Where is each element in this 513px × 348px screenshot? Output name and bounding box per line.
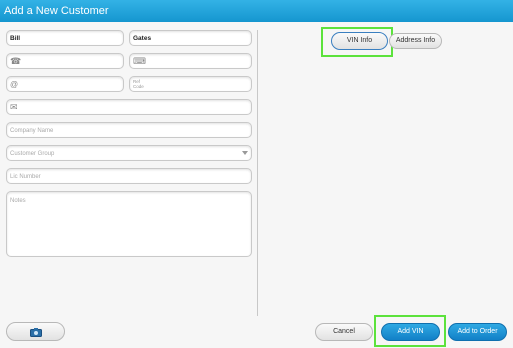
last-name-value: Gates — [133, 35, 152, 42]
title-bar: Add a New Customer — [0, 0, 513, 22]
lic-number-placeholder: Lic Number — [10, 174, 41, 180]
first-name-field[interactable]: Bill — [6, 30, 124, 46]
ref-code-field[interactable]: Ref Code — [129, 76, 252, 92]
add-vin-button-label: Add VIN — [397, 328, 424, 335]
tab-vin-info[interactable]: VIN Info — [331, 32, 388, 50]
notes-textarea[interactable]: Notes — [6, 191, 252, 257]
customer-group-placeholder: Customer Group — [10, 151, 55, 157]
fax-field[interactable]: ⌨ — [129, 53, 252, 69]
address-icon: ✉ — [10, 102, 18, 112]
window-title: Add a New Customer — [4, 5, 109, 17]
customer-group-select[interactable]: Customer Group — [6, 145, 252, 161]
email-icon: @ — [10, 80, 19, 89]
phone-field[interactable]: ☎ — [6, 53, 124, 69]
lic-number-field[interactable]: Lic Number — [6, 168, 252, 184]
add-to-order-button-label: Add to Order — [457, 328, 498, 335]
tab-address-info[interactable]: Address Info — [389, 33, 442, 49]
address-field[interactable]: ✉ — [6, 99, 252, 115]
chevron-down-icon — [242, 151, 248, 155]
add-vin-button[interactable]: Add VIN — [381, 323, 440, 341]
add-to-order-button[interactable]: Add to Order — [448, 323, 507, 341]
email-field[interactable]: @ — [6, 76, 124, 92]
first-name-value: Bill — [10, 35, 21, 42]
cancel-button-label: Cancel — [333, 328, 355, 335]
tab-vin-info-label: VIN Info — [346, 37, 373, 44]
company-name-field[interactable]: Company Name — [6, 122, 252, 138]
last-name-field[interactable]: Gates — [129, 30, 252, 46]
column-divider — [257, 30, 258, 316]
ref-code-label: Ref Code — [133, 79, 144, 89]
camera-icon — [29, 328, 42, 337]
camera-button[interactable] — [6, 322, 65, 341]
fax-icon: ⌨ — [133, 56, 146, 66]
company-name-placeholder: Company Name — [10, 128, 54, 134]
tab-address-info-label: Address Info — [395, 37, 436, 44]
notes-placeholder: Notes — [10, 198, 26, 204]
cancel-button[interactable]: Cancel — [315, 323, 373, 341]
phone-icon: ☎ — [10, 56, 22, 66]
